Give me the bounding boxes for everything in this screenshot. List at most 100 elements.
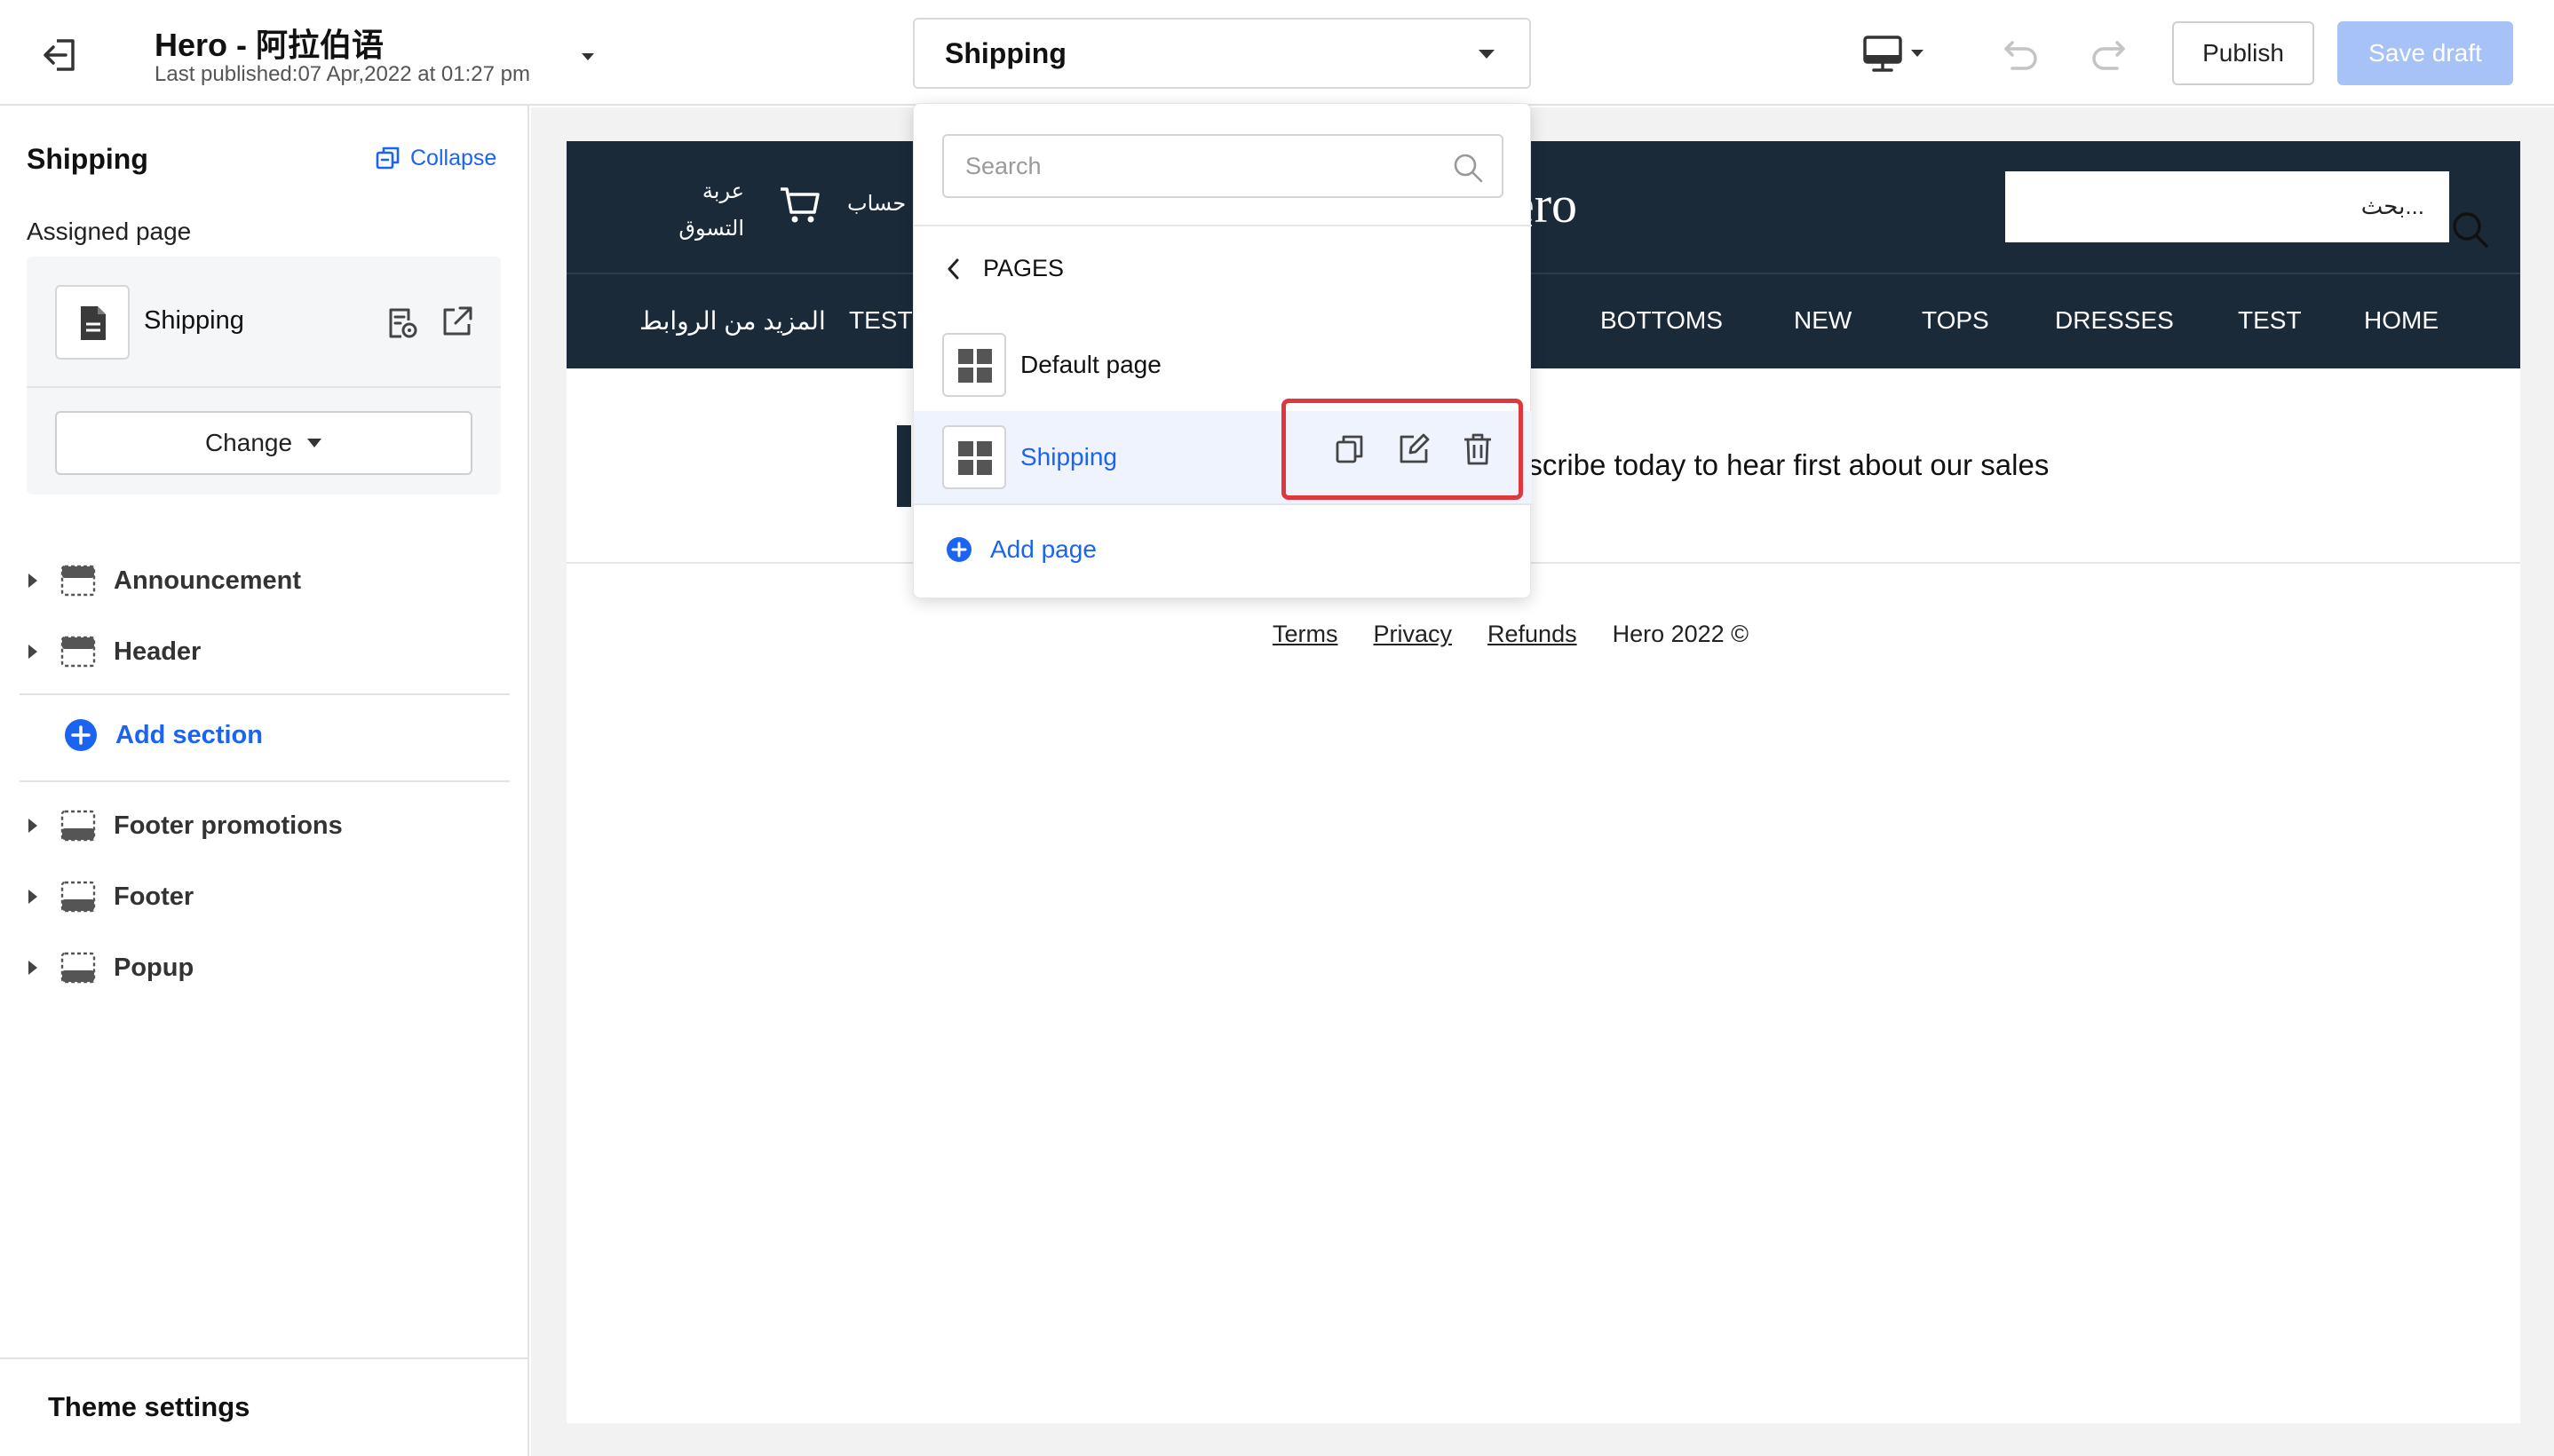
footer-link-privacy[interactable]: Privacy xyxy=(1374,621,1453,648)
copyright: Hero 2022 © xyxy=(1612,621,1749,647)
section-icon xyxy=(60,565,96,597)
account-link[interactable]: حساب xyxy=(847,191,906,217)
nav-item[interactable]: المزيد من الروابط xyxy=(639,306,826,336)
chevron-left-icon xyxy=(946,257,960,281)
section-item-announcement[interactable]: Announcement xyxy=(27,558,497,603)
top-bar: Hero - 阿拉伯语 Last published:07 Apr,2022 a… xyxy=(0,0,2554,106)
plus-circle-icon xyxy=(64,718,98,752)
page-selector[interactable]: Shipping xyxy=(913,18,1531,89)
store-nav: المزيد من الروابط TEST E BOTTOMS NEW TOP… xyxy=(567,273,2520,368)
nav-item[interactable]: TOPS xyxy=(1922,306,1989,335)
publish-button[interactable]: Publish xyxy=(2172,21,2314,85)
divider xyxy=(914,225,1532,226)
nav-item[interactable]: NEW xyxy=(1794,306,1852,335)
footer-link-terms[interactable]: Terms xyxy=(1273,621,1338,648)
undo-icon[interactable] xyxy=(2002,36,2041,71)
divider xyxy=(20,780,510,782)
redo-icon[interactable] xyxy=(2089,36,2128,71)
divider xyxy=(20,693,510,695)
page-item-label: Default page xyxy=(1020,351,1162,378)
section-label: Popup xyxy=(114,953,194,982)
pages-back-label: PAGES xyxy=(983,255,1065,281)
add-page-label: Add page xyxy=(990,535,1097,563)
nav-item[interactable]: TEST xyxy=(849,306,913,335)
plus-circle-icon xyxy=(946,536,972,563)
assigned-page-name: Shipping xyxy=(144,306,244,335)
assigned-page-label: Assigned page xyxy=(27,218,192,245)
nav-item[interactable]: TEST xyxy=(2238,306,2302,335)
store-menu-chevron-icon[interactable] xyxy=(581,51,595,62)
store-search-placeholder: بحث... xyxy=(2360,193,2424,219)
nav-item[interactable]: BOTTOMS xyxy=(1600,306,1723,335)
add-section-button[interactable]: Add section xyxy=(64,718,263,752)
cart-label[interactable]: عربة التسوق xyxy=(655,173,744,248)
add-section-label: Add section xyxy=(115,720,263,749)
section-icon xyxy=(60,881,96,913)
preview-icon[interactable] xyxy=(385,306,419,340)
store-title: Hero - 阿拉伯语 xyxy=(155,27,385,63)
page-search-input[interactable] xyxy=(944,136,1441,196)
caret-right-icon[interactable] xyxy=(27,818,39,834)
caret-right-icon[interactable] xyxy=(27,889,39,905)
grid-icon xyxy=(942,425,1006,489)
external-link-icon[interactable] xyxy=(440,305,474,338)
page-search xyxy=(942,134,1503,198)
section-item-header[interactable]: Header xyxy=(27,629,497,674)
change-label: Change xyxy=(204,429,293,456)
chevron-down-icon xyxy=(1478,48,1495,60)
page-item-actions xyxy=(1281,399,1523,500)
nav-item[interactable]: DRESSES xyxy=(2055,306,2174,335)
footer-link-refunds[interactable]: Refunds xyxy=(1487,621,1577,648)
collapse-button[interactable]: Collapse xyxy=(375,143,496,173)
theme-settings-label: Theme settings xyxy=(48,1391,250,1422)
collapse-label: Collapse xyxy=(410,145,497,170)
trash-icon[interactable] xyxy=(1460,431,1495,467)
cart-icon[interactable] xyxy=(778,182,822,226)
copy-icon[interactable] xyxy=(1332,431,1368,467)
chevron-down-icon xyxy=(306,438,322,448)
divider xyxy=(914,503,1532,505)
editor-canvas: عربة التسوق حساب ero بحث... المزيد من ال… xyxy=(531,107,2554,1456)
store-header: عربة التسوق حساب ero بحث... xyxy=(567,141,2520,273)
grid-icon xyxy=(942,333,1006,397)
page-item-label: Shipping xyxy=(1020,443,1117,471)
document-icon xyxy=(55,285,130,360)
footer-links: Terms Privacy Refunds Hero 2022 © xyxy=(1273,621,1749,648)
edit-icon[interactable] xyxy=(1396,431,1432,467)
subscribe-accent xyxy=(897,425,911,507)
section-label: Header xyxy=(114,637,202,666)
divider xyxy=(567,562,2520,564)
caret-right-icon[interactable] xyxy=(27,960,39,976)
cart-label-line: التسوق xyxy=(678,217,744,241)
section-item-popup[interactable]: Popup xyxy=(27,946,497,990)
section-icon xyxy=(60,636,96,668)
page-dropdown: PAGES Default page Shipping Add page xyxy=(913,103,1532,598)
store-preview[interactable]: عربة التسوق حساب ero بحث... المزيد من ال… xyxy=(567,141,2520,1423)
exit-icon[interactable] xyxy=(39,34,82,76)
store-search[interactable]: بحث... xyxy=(2005,171,2488,248)
assigned-page-card: Shipping Change xyxy=(27,257,501,495)
sidebar: Shipping Collapse Assigned page Shipping xyxy=(0,106,529,1456)
collapse-icon xyxy=(375,145,401,171)
subscribe-text: oscribe today to hear first about our sa… xyxy=(1511,448,2050,481)
section-item-footer[interactable]: Footer xyxy=(27,874,497,919)
caret-right-icon[interactable] xyxy=(27,644,39,660)
save-draft-button[interactable]: Save draft xyxy=(2337,21,2513,85)
cart-label-line: عربة xyxy=(702,179,744,203)
pages-back-button[interactable]: PAGES xyxy=(946,255,1064,282)
desktop-icon[interactable] xyxy=(1861,32,1929,75)
theme-settings-button[interactable]: Theme settings xyxy=(0,1357,527,1456)
caret-right-icon[interactable] xyxy=(27,573,39,589)
section-icon xyxy=(60,810,96,842)
section-item-footer-promotions[interactable]: Footer promotions xyxy=(27,803,497,848)
section-label: Footer xyxy=(114,882,194,911)
section-label: Footer promotions xyxy=(114,811,343,840)
assigned-page-row: Shipping xyxy=(27,257,501,388)
page-item-shipping[interactable]: Shipping xyxy=(914,399,1532,503)
add-page-button[interactable]: Add page xyxy=(946,535,1097,564)
section-label: Announcement xyxy=(114,566,302,595)
page-item-default[interactable]: Default page xyxy=(914,319,1532,411)
page-selector-label: Shipping xyxy=(945,37,1067,69)
nav-item[interactable]: HOME xyxy=(2364,306,2439,335)
change-button[interactable]: Change xyxy=(55,411,472,475)
